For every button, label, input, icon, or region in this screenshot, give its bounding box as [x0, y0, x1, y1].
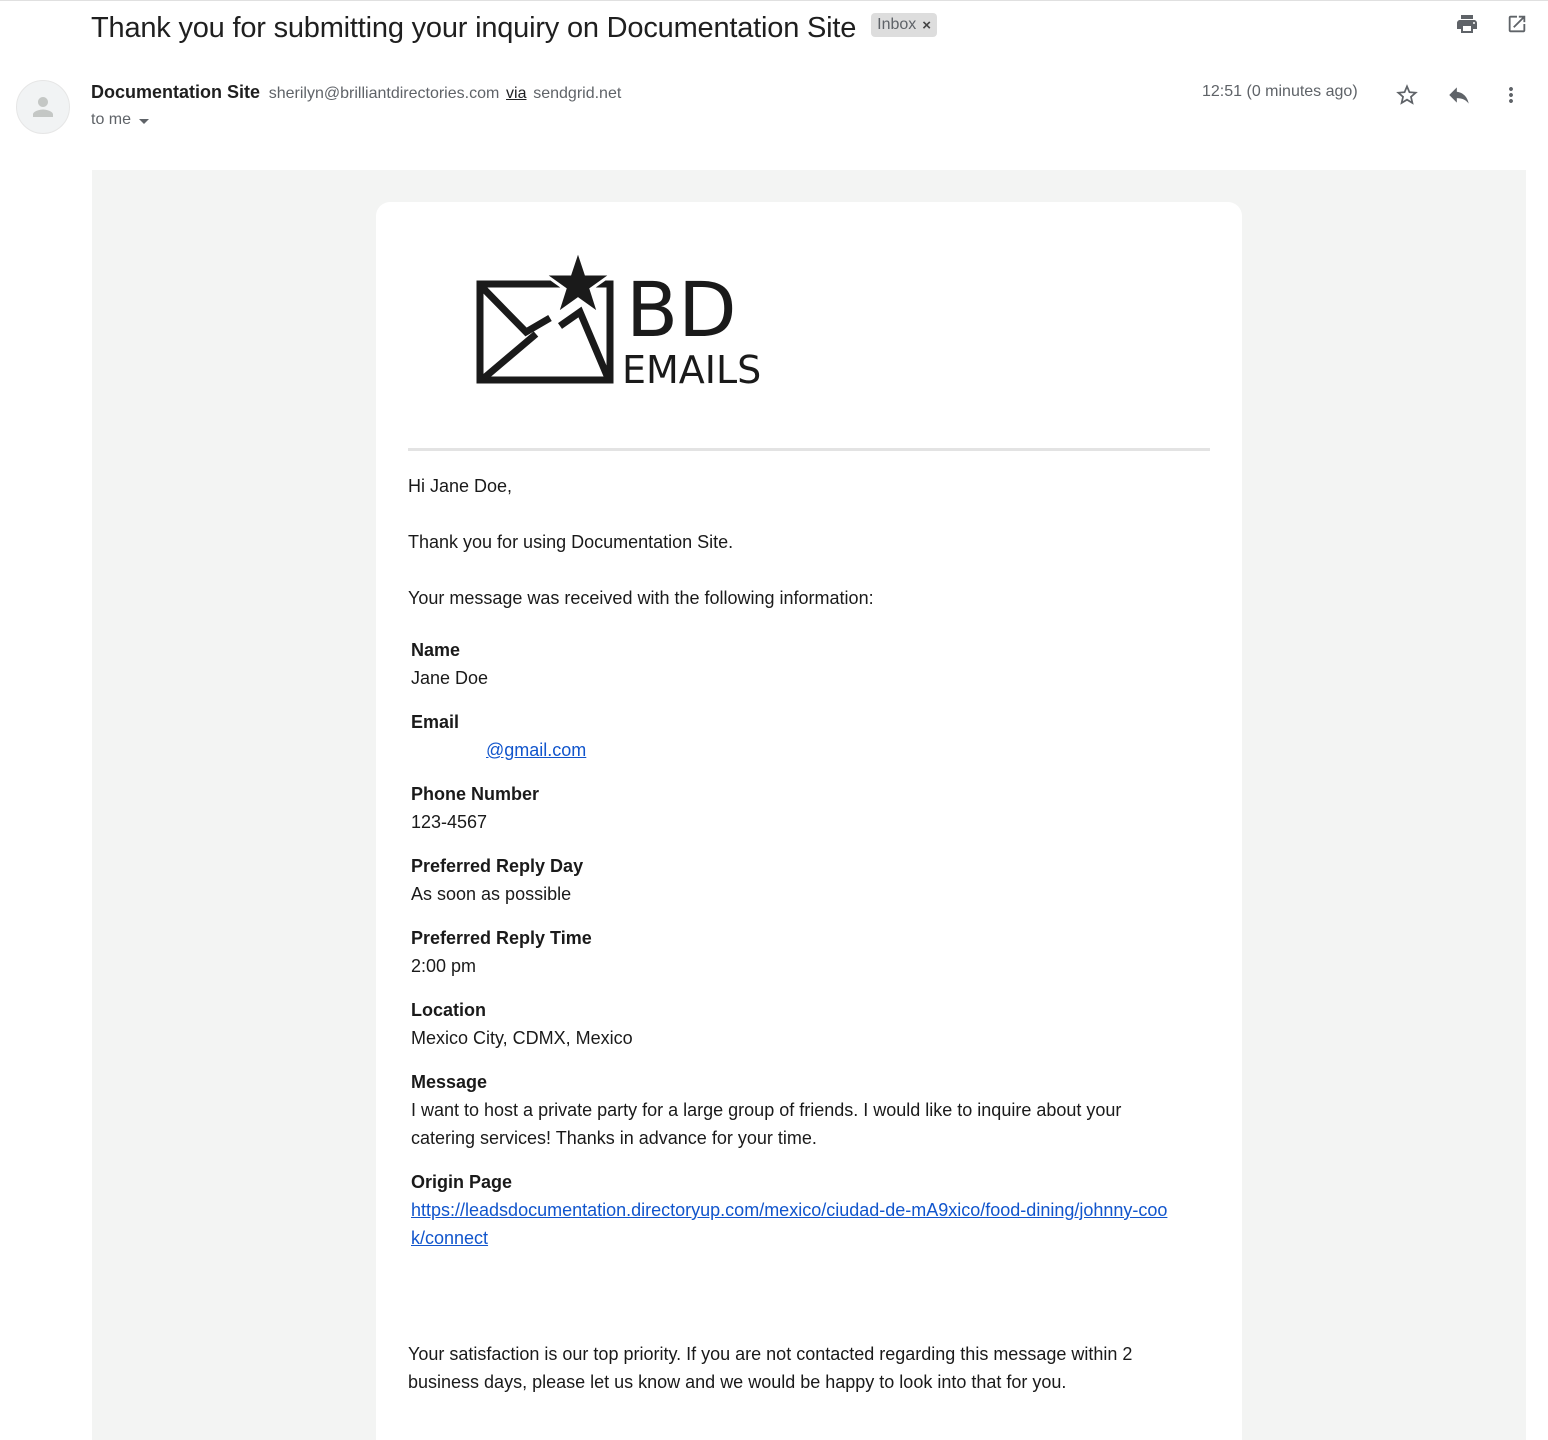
message-actions — [1392, 80, 1526, 110]
subject-row: Thank you for submitting your inquiry on… — [91, 8, 938, 48]
field-value: As soon as possible — [411, 884, 572, 904]
open-in-new-window-icon[interactable] — [1504, 10, 1530, 38]
email-timestamp: 12:51 (0 minutes ago) — [1202, 83, 1358, 100]
field-value: 2:00 pm — [411, 956, 477, 976]
recipient-label: to me — [91, 111, 132, 128]
origin-page-link[interactable]: https://leadsdocumentation.directoryup.c… — [411, 1200, 1167, 1248]
person-icon — [33, 97, 53, 117]
intro-line: Your message was received with the follo… — [408, 588, 874, 608]
print-icon[interactable] — [1454, 10, 1480, 38]
field-label: Email — [411, 712, 460, 732]
email-body-frame: BD EMAILS Hi Jane Doe, Thank you for usi… — [92, 170, 1526, 1440]
field-label: Location — [411, 1000, 486, 1020]
top-border — [0, 0, 1548, 1]
field-label: Preferred Reply Day — [411, 856, 584, 876]
field-value: 123-4567 — [411, 812, 488, 832]
field-value: Jane Doe — [411, 668, 489, 688]
inbox-label-chip[interactable]: Inbox × — [871, 13, 938, 37]
bd-emails-logo: BD EMAILS — [476, 250, 761, 390]
sender-avatar[interactable] — [16, 80, 70, 134]
field-reply-day: Preferred Reply Day As soon as possible — [411, 852, 1188, 908]
closing-line: Your satisfaction is our top priority. I… — [408, 1344, 1133, 1392]
subject-toolbar — [1454, 10, 1530, 38]
field-label: Phone Number — [411, 784, 540, 804]
field-value: I want to host a private party for a lar… — [411, 1100, 1122, 1148]
reply-icon[interactable] — [1444, 80, 1474, 110]
field-location: Location Mexico City, CDMX, Mexico — [411, 996, 1188, 1052]
sender-line: Documentation Site sherilyn@brilliantdir… — [91, 82, 621, 103]
chevron-down-icon — [139, 118, 150, 124]
remove-label-icon[interactable]: × — [922, 18, 931, 33]
field-name: Name Jane Doe — [411, 636, 1188, 692]
field-reply-time: Preferred Reply Time 2:00 pm — [411, 924, 1188, 980]
email-card: BD EMAILS Hi Jane Doe, Thank you for usi… — [376, 202, 1242, 1440]
field-origin-page: Origin Page https://leadsdocumentation.d… — [411, 1168, 1188, 1252]
field-message: Message I want to host a private party f… — [411, 1068, 1188, 1152]
email-subject: Thank you for submitting your inquiry on… — [91, 11, 857, 44]
star-icon[interactable] — [1392, 80, 1422, 110]
field-value: Mexico City, CDMX, Mexico — [411, 1028, 633, 1048]
field-label: Preferred Reply Time — [411, 928, 592, 948]
thanks-line: Thank you for using Documentation Site. — [408, 532, 734, 552]
sender-name[interactable]: Documentation Site — [91, 82, 260, 102]
via-link[interactable]: via — [506, 85, 526, 102]
more-options-icon[interactable] — [1496, 80, 1526, 110]
email-address-link[interactable]: @gmail.com — [486, 740, 586, 760]
greeting: Hi Jane Doe, — [408, 476, 513, 496]
logo-text-emails: EMAILS — [622, 348, 761, 390]
field-phone: Phone Number 123-4567 — [411, 780, 1188, 836]
field-email: Email @gmail.com — [411, 708, 1188, 764]
logo-text-bd: BD — [626, 265, 737, 354]
sender-email: sherilyn@brilliantdirectories.com — [268, 85, 500, 102]
label-text: Inbox — [877, 16, 917, 33]
field-label: Message — [411, 1072, 488, 1092]
field-label: Origin Page — [411, 1172, 513, 1192]
header-divider — [408, 448, 1210, 451]
email-content: Hi Jane Doe, Thank you for using Documen… — [408, 472, 1188, 1424]
via-domain: sendgrid.net — [533, 85, 622, 102]
field-label: Name — [411, 640, 461, 660]
submission-fields: Name Jane Doe Email @gmail.com Phone Num… — [411, 636, 1188, 1252]
recipient-details-toggle[interactable]: to me — [91, 111, 150, 129]
